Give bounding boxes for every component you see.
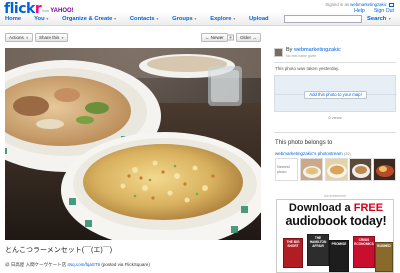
thumbnail[interactable] <box>325 158 348 181</box>
ad-book-covers: THE BIG SHORT THE HAMILTON AFFAIR PROMIS… <box>277 230 393 272</box>
ad-headline-1: Download a FREE <box>277 202 393 214</box>
description-suffix: (posted via FlickSquare) <box>101 262 150 267</box>
photostream-name[interactable]: webmarketingzakic's photostream <box>275 151 343 156</box>
belongs-to-heading: This photo belongs to <box>275 140 333 146</box>
nav-organize[interactable]: Organize & Create▼ <box>62 16 117 22</box>
sidebar: By webmarketingzakic No real name given … <box>274 0 397 273</box>
thumbnail[interactable] <box>349 158 372 181</box>
older-button[interactable]: Older → <box>236 33 261 42</box>
ad-headline-2: audiobook today! <box>285 214 387 228</box>
newest-photo-label: Newest photo <box>276 159 297 180</box>
thumbnail[interactable] <box>300 158 323 181</box>
taken-date: This photo was taken yesterday. <box>275 66 340 71</box>
nav-upload[interactable]: Upload <box>249 16 269 22</box>
nav-home[interactable]: Home <box>5 16 21 22</box>
photostream-thumbnails: Newest photo <box>275 158 396 184</box>
chevron-down-icon: ▼ <box>113 17 117 21</box>
chevron-down-icon: ▼ <box>155 17 160 21</box>
photo-action-bar: Actions ▼ Share this ▼ ← Newer Older → <box>5 33 262 42</box>
nav-you[interactable]: You▼ <box>34 16 49 22</box>
share-button[interactable]: Share this ▼ <box>35 33 69 42</box>
avatar[interactable] <box>274 48 283 57</box>
photo-title: とんこつラーメンセット(￣(エ)￣) <box>5 247 113 254</box>
ad-headline-free: FREE <box>353 202 384 214</box>
description-text: @ 日高屋 入間ケーヴケート店 <box>5 262 67 267</box>
nav-explore[interactable]: Explore▼ <box>210 16 236 22</box>
main-photo[interactable] <box>5 48 261 240</box>
nav-contacts[interactable]: Contacts▼ <box>130 16 159 22</box>
book-cover: CRISIS ECONOMICS <box>353 236 375 268</box>
photostream-link[interactable]: webmarketingzakic's photostream (20) <box>275 151 351 156</box>
view-count: 0 views <box>328 115 342 120</box>
nav-groups[interactable]: Groups▼ <box>172 16 197 22</box>
main-nav: Home You▼ Organize & Create▼ Contacts▼ G… <box>5 16 269 22</box>
by-label: By <box>286 47 293 53</box>
chevron-down-icon: ▼ <box>60 36 65 40</box>
chevron-down-icon: ▼ <box>193 17 198 21</box>
foursquare-link[interactable]: 4sq.com/fqaST6 <box>67 262 100 267</box>
divider <box>274 62 396 63</box>
owner-real-name: No real name given <box>286 54 317 58</box>
photostream-icon[interactable] <box>227 34 234 41</box>
ad-headline-download: Download a <box>288 202 351 214</box>
thumbnail[interactable] <box>373 158 396 181</box>
divider <box>274 132 396 133</box>
book-cover: THE BIG SHORT <box>283 238 303 268</box>
audiobook-advertisement[interactable]: Download a FREE audiobook today! THE BIG… <box>276 199 394 273</box>
actions-button[interactable]: Actions ▼ <box>5 33 33 42</box>
newer-button[interactable]: ← Newer <box>201 33 228 42</box>
book-cover: PROMISE <box>329 240 349 272</box>
book-cover: BUSHED <box>375 242 393 272</box>
chevron-down-icon: ▼ <box>24 36 29 40</box>
book-cover: THE HAMILTON AFFAIR <box>307 234 329 266</box>
chevron-down-icon: ▼ <box>45 17 50 21</box>
photostream-count: (20) <box>343 152 351 156</box>
photo-description: @ 日高屋 入間ケーヴケート店 4sq.com/fqaST6 (posted v… <box>5 262 150 268</box>
chevron-down-icon: ▼ <box>232 17 236 21</box>
photo-owner: By webmarketingzakic <box>286 47 341 53</box>
ad-label: Advertisement <box>323 194 347 198</box>
map-placeholder: Add this photo to your map! <box>274 75 397 112</box>
owner-link[interactable]: webmarketingzakic <box>294 47 341 53</box>
add-to-map-button[interactable]: Add this photo to your map! <box>304 91 367 99</box>
newest-photo-placeholder[interactable]: Newest photo <box>275 158 298 181</box>
